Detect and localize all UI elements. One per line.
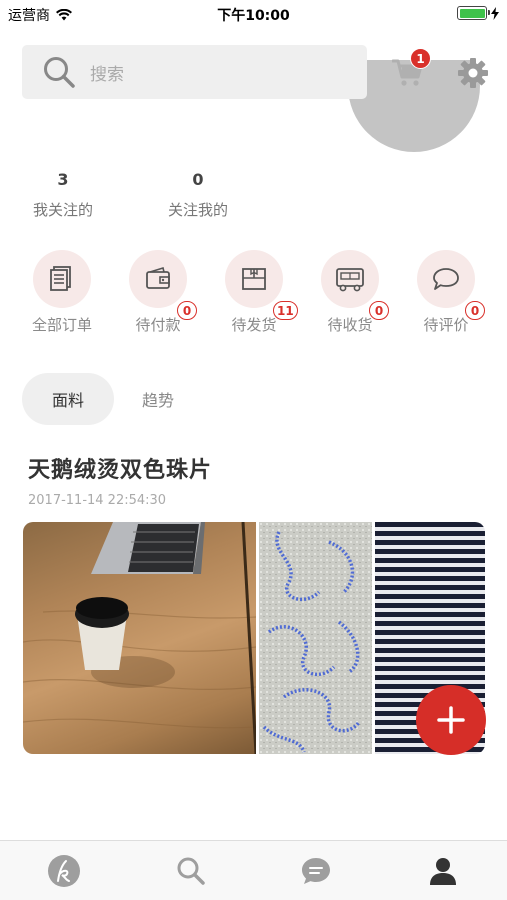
following-stat[interactable]: 3 我关注的 [13,170,113,220]
home-logo-icon [48,855,80,887]
nav-home[interactable] [46,853,82,889]
profile-icon [430,858,456,885]
pending-shipment-badge: 11 [273,301,298,320]
followers-count: 0 [192,170,204,189]
post-date: 2017-11-14 22:54:30 [28,493,167,508]
post-title[interactable]: 天鹅绒烫双色珠片 [28,452,212,484]
pending-payment-badge: 0 [177,301,197,320]
comment-icon [433,268,459,290]
package-icon [242,268,266,290]
pending-review-button[interactable]: 待评价 0 [401,250,491,335]
following-count: 3 [57,170,69,189]
orders-icon [50,266,71,291]
bottom-nav [0,840,507,900]
truck-icon [336,268,364,292]
nav-search[interactable] [173,853,209,889]
settings-button[interactable] [457,57,489,89]
charging-icon [491,6,499,20]
nav-messages[interactable] [298,853,334,889]
search-icon [44,57,75,88]
pending-payment-button[interactable]: 待付款 0 [113,250,203,335]
followers-label: 关注我的 [167,201,228,219]
tab-fabric[interactable]: 面料 [22,373,114,425]
tab-trend[interactable]: 趋势 [122,373,194,425]
post-image-lace[interactable] [259,522,372,754]
pending-shipment-button[interactable]: 待发货 11 [209,250,299,335]
followers-stat[interactable]: 0 关注我的 [148,170,248,220]
wallet-icon [146,266,170,289]
order-all-label: 全部订单 [31,316,92,334]
message-icon [302,858,330,884]
order-all-button[interactable]: 全部订单 [17,250,107,335]
search-input[interactable]: 搜索 [22,45,367,99]
pending-review-badge: 0 [465,301,485,320]
pending-receipt-badge: 0 [369,301,389,320]
status-bar: 运营商 下午10:00 [0,0,507,28]
battery-icon [457,6,490,20]
plus-icon [437,706,465,734]
search-placeholder: 搜索 [90,64,124,85]
gear-icon [458,58,488,88]
post-image-desk[interactable] [23,522,256,754]
cart-badge: 1 [410,48,431,69]
nav-profile[interactable] [425,853,461,889]
add-post-button[interactable] [416,685,486,755]
status-time: 下午10:00 [217,8,290,24]
following-label: 我关注的 [32,201,93,219]
search-icon [177,857,205,885]
pending-receipt-button[interactable]: 待收货 0 [305,250,395,335]
